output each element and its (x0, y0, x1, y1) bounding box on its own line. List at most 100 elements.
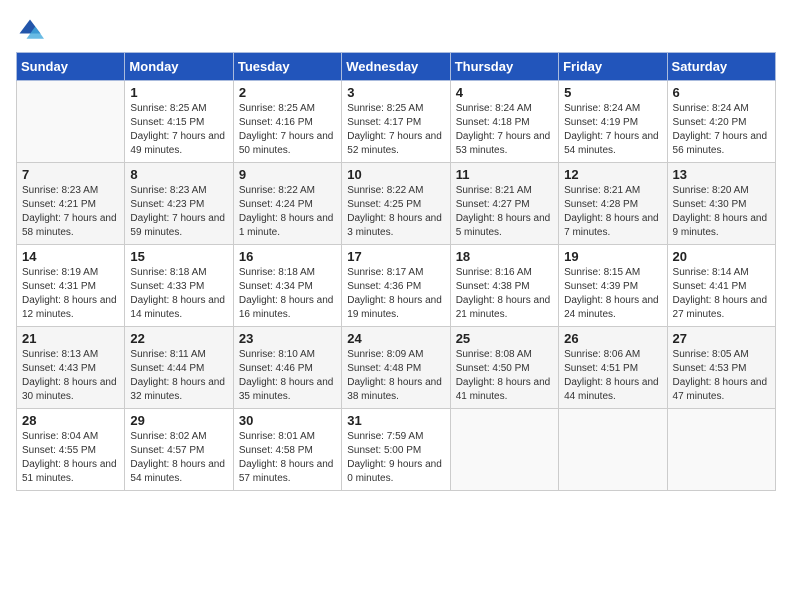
day-header-friday: Friday (559, 53, 667, 81)
cell-info: Sunrise: 8:22 AMSunset: 4:25 PMDaylight:… (347, 184, 444, 240)
calendar-cell: 21 Sunrise: 8:13 AMSunset: 4:43 PMDayligh… (17, 327, 125, 409)
calendar-cell: 12 Sunrise: 8:21 AMSunset: 4:28 PMDayligh… (559, 163, 667, 245)
cell-info: Sunrise: 8:11 AMSunset: 4:44 PMDaylight:… (130, 348, 227, 404)
day-header-thursday: Thursday (450, 53, 558, 81)
day-number: 12 (564, 167, 661, 182)
day-number: 10 (347, 167, 444, 182)
day-number: 19 (564, 249, 661, 264)
cell-info: Sunrise: 8:18 AMSunset: 4:33 PMDaylight:… (130, 266, 227, 322)
calendar-cell (17, 81, 125, 163)
week-row-1: 1Sunrise: 8:25 AMSunset: 4:15 PMDaylight… (17, 81, 776, 163)
calendar-cell: 7 Sunrise: 8:23 AMSunset: 4:21 PMDaylight… (17, 163, 125, 245)
cell-info: Sunrise: 8:14 AMSunset: 4:41 PMDaylight:… (673, 266, 770, 322)
week-row-3: 14 Sunrise: 8:19 AMSunset: 4:31 PMDayligh… (17, 245, 776, 327)
calendar-cell: 16 Sunrise: 8:18 AMSunset: 4:34 PMDayligh… (233, 245, 341, 327)
cell-info: Sunrise: 8:19 AMSunset: 4:31 PMDaylight:… (22, 266, 119, 322)
day-number: 27 (673, 331, 770, 346)
calendar-cell: 19 Sunrise: 8:15 AMSunset: 4:39 PMDayligh… (559, 245, 667, 327)
cell-info: Sunrise: 8:20 AMSunset: 4:30 PMDaylight:… (673, 184, 770, 240)
day-number: 29 (130, 413, 227, 428)
calendar-cell: 6 Sunrise: 8:24 AMSunset: 4:20 PMDaylight… (667, 81, 775, 163)
day-header-monday: Monday (125, 53, 233, 81)
calendar-cell: 23 Sunrise: 8:10 AMSunset: 4:46 PMDayligh… (233, 327, 341, 409)
cell-info: Sunrise: 8:25 AMSunset: 4:16 PMDaylight:… (239, 102, 336, 158)
calendar-cell: 26 Sunrise: 8:06 AMSunset: 4:51 PMDayligh… (559, 327, 667, 409)
cell-info: Sunrise: 8:23 AMSunset: 4:21 PMDaylight:… (22, 184, 119, 240)
cell-info: Sunrise: 8:02 AMSunset: 4:57 PMDaylight:… (130, 430, 227, 486)
cell-info: Sunrise: 7:59 AMSunset: 5:00 PMDaylight:… (347, 430, 444, 486)
calendar-table: SundayMondayTuesdayWednesdayThursdayFrid… (16, 52, 776, 491)
calendar-cell: 11 Sunrise: 8:21 AMSunset: 4:27 PMDayligh… (450, 163, 558, 245)
day-number: 23 (239, 331, 336, 346)
calendar-cell: 22Sunrise: 8:11 AMSunset: 4:44 PMDayligh… (125, 327, 233, 409)
day-number: 18 (456, 249, 553, 264)
calendar-cell (559, 409, 667, 491)
calendar-cell: 13 Sunrise: 8:20 AMSunset: 4:30 PMDayligh… (667, 163, 775, 245)
calendar-cell: 10 Sunrise: 8:22 AMSunset: 4:25 PMDayligh… (342, 163, 450, 245)
calendar-cell: 1Sunrise: 8:25 AMSunset: 4:15 PMDaylight… (125, 81, 233, 163)
day-number: 3 (347, 85, 444, 100)
cell-info: Sunrise: 8:17 AMSunset: 4:36 PMDaylight:… (347, 266, 444, 322)
cell-info: Sunrise: 8:13 AMSunset: 4:43 PMDaylight:… (22, 348, 119, 404)
logo (16, 16, 48, 44)
day-number: 5 (564, 85, 661, 100)
calendar-cell: 3Sunrise: 8:25 AMSunset: 4:17 PMDaylight… (342, 81, 450, 163)
calendar-cell (450, 409, 558, 491)
day-number: 17 (347, 249, 444, 264)
cell-info: Sunrise: 8:15 AMSunset: 4:39 PMDaylight:… (564, 266, 661, 322)
cell-info: Sunrise: 8:25 AMSunset: 4:15 PMDaylight:… (130, 102, 227, 158)
day-number: 14 (22, 249, 119, 264)
cell-info: Sunrise: 8:24 AMSunset: 4:20 PMDaylight:… (673, 102, 770, 158)
day-number: 28 (22, 413, 119, 428)
cell-info: Sunrise: 8:24 AMSunset: 4:18 PMDaylight:… (456, 102, 553, 158)
calendar-cell: 29 Sunrise: 8:02 AMSunset: 4:57 PMDayligh… (125, 409, 233, 491)
day-number: 20 (673, 249, 770, 264)
cell-info: Sunrise: 8:16 AMSunset: 4:38 PMDaylight:… (456, 266, 553, 322)
cell-info: Sunrise: 8:10 AMSunset: 4:46 PMDaylight:… (239, 348, 336, 404)
calendar-cell: 14 Sunrise: 8:19 AMSunset: 4:31 PMDayligh… (17, 245, 125, 327)
calendar-cell: 8 Sunrise: 8:23 AMSunset: 4:23 PMDaylight… (125, 163, 233, 245)
cell-info: Sunrise: 8:24 AMSunset: 4:19 PMDaylight:… (564, 102, 661, 158)
day-number: 16 (239, 249, 336, 264)
cell-info: Sunrise: 8:21 AMSunset: 4:27 PMDaylight:… (456, 184, 553, 240)
calendar-cell: 17 Sunrise: 8:17 AMSunset: 4:36 PMDayligh… (342, 245, 450, 327)
day-number: 11 (456, 167, 553, 182)
day-header-sunday: Sunday (17, 53, 125, 81)
day-number: 25 (456, 331, 553, 346)
day-number: 24 (347, 331, 444, 346)
week-row-2: 7 Sunrise: 8:23 AMSunset: 4:21 PMDaylight… (17, 163, 776, 245)
day-number: 7 (22, 167, 119, 182)
day-number: 4 (456, 85, 553, 100)
calendar-cell: 18 Sunrise: 8:16 AMSunset: 4:38 PMDayligh… (450, 245, 558, 327)
cell-info: Sunrise: 8:22 AMSunset: 4:24 PMDaylight:… (239, 184, 336, 240)
cell-info: Sunrise: 8:18 AMSunset: 4:34 PMDaylight:… (239, 266, 336, 322)
calendar-cell: 4 Sunrise: 8:24 AMSunset: 4:18 PMDaylight… (450, 81, 558, 163)
cell-info: Sunrise: 8:21 AMSunset: 4:28 PMDaylight:… (564, 184, 661, 240)
day-number: 9 (239, 167, 336, 182)
day-number: 26 (564, 331, 661, 346)
day-number: 31 (347, 413, 444, 428)
day-number: 15 (130, 249, 227, 264)
day-number: 6 (673, 85, 770, 100)
day-number: 2 (239, 85, 336, 100)
calendar-cell: 30Sunrise: 8:01 AMSunset: 4:58 PMDayligh… (233, 409, 341, 491)
week-row-5: 28 Sunrise: 8:04 AMSunset: 4:55 PMDayligh… (17, 409, 776, 491)
day-number: 21 (22, 331, 119, 346)
week-row-4: 21 Sunrise: 8:13 AMSunset: 4:43 PMDayligh… (17, 327, 776, 409)
day-number: 8 (130, 167, 227, 182)
calendar-cell: 20 Sunrise: 8:14 AMSunset: 4:41 PMDayligh… (667, 245, 775, 327)
day-header-tuesday: Tuesday (233, 53, 341, 81)
cell-info: Sunrise: 8:08 AMSunset: 4:50 PMDaylight:… (456, 348, 553, 404)
cell-info: Sunrise: 8:05 AMSunset: 4:53 PMDaylight:… (673, 348, 770, 404)
cell-info: Sunrise: 8:01 AMSunset: 4:58 PMDaylight:… (239, 430, 336, 486)
cell-info: Sunrise: 8:06 AMSunset: 4:51 PMDaylight:… (564, 348, 661, 404)
calendar-cell: 2 Sunrise: 8:25 AMSunset: 4:16 PMDaylight… (233, 81, 341, 163)
cell-info: Sunrise: 8:09 AMSunset: 4:48 PMDaylight:… (347, 348, 444, 404)
cell-info: Sunrise: 8:23 AMSunset: 4:23 PMDaylight:… (130, 184, 227, 240)
day-number: 13 (673, 167, 770, 182)
calendar-cell: 27 Sunrise: 8:05 AMSunset: 4:53 PMDayligh… (667, 327, 775, 409)
header-row: SundayMondayTuesdayWednesdayThursdayFrid… (17, 53, 776, 81)
day-header-saturday: Saturday (667, 53, 775, 81)
calendar-cell (667, 409, 775, 491)
cell-info: Sunrise: 8:04 AMSunset: 4:55 PMDaylight:… (22, 430, 119, 486)
